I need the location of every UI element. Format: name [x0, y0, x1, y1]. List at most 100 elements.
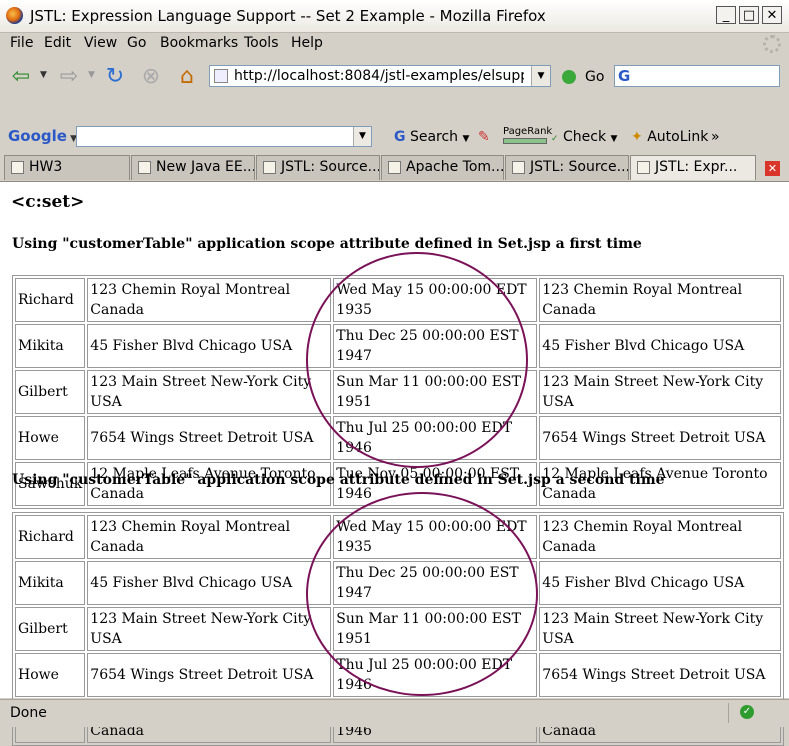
maximize-button[interactable]: □ [739, 6, 759, 24]
google-search-dropdown-icon[interactable]: ▼ [353, 127, 371, 146]
customer-date-cell: Thu Dec 25 00:00:00 EST 1947 [333, 324, 538, 368]
google-search-input[interactable]: ▼ [76, 126, 372, 147]
customer-address-copy-cell: 45 Fisher Blvd Chicago USA [539, 324, 782, 368]
autolink-icon: ✦ [631, 129, 643, 145]
spell-check-label: Check [563, 129, 607, 145]
menu-bookmarks[interactable]: Bookmarks [160, 35, 238, 51]
customer-address-copy-cell: 45 Fisher Blvd Chicago USA [539, 561, 782, 605]
tab-label: JSTL: Expr... [655, 159, 738, 175]
firefox-icon [6, 7, 23, 24]
close-tab-icon[interactable]: ✕ [765, 161, 780, 176]
search-field[interactable]: G [614, 65, 780, 87]
customer-name-cell: Howe [15, 416, 86, 460]
url-field[interactable]: http://localhost:8084/jstl-examples/elsu… [209, 65, 551, 87]
customer-name-cell: Gilbert [15, 370, 86, 414]
page-content: <c:set> Using "customerTable" applicatio… [0, 182, 789, 746]
page-icon [11, 161, 24, 174]
customer-address-copy-cell: 7654 Wings Street Detroit USA [539, 416, 782, 460]
customer-address-copy-cell: 123 Chemin Royal Montreal Canada [539, 278, 782, 322]
page-heading: <c:set> [11, 192, 85, 212]
more-chevron-icon[interactable]: » [711, 129, 720, 145]
close-button[interactable]: ✕ [762, 6, 782, 24]
reload-icon[interactable]: ↻ [102, 64, 128, 90]
table-row: Mikita 45 Fisher Blvd Chicago USA Thu Dec … [15, 324, 782, 368]
google-search-icon: G [618, 67, 631, 85]
navigation-toolbar: ⇦ ▼ ⇨ ▼ ↻ ⊗ ⌂ http://localhost:8084/jstl… [0, 58, 789, 98]
customer-date-cell: Wed May 15 00:00:00 EDT 1935 [333, 515, 538, 559]
tab-new-java-ee[interactable]: New Java EE... [131, 155, 255, 180]
google-logo[interactable]: Google ▼ [8, 127, 77, 145]
customer-date-cell: Thu Dec 25 00:00:00 EST 1947 [333, 561, 538, 605]
autolink-button[interactable]: ✦ AutoLink [631, 129, 708, 145]
stop-icon[interactable]: ⊗ [138, 64, 164, 90]
customer-name-cell: Howe [15, 653, 86, 697]
autolink-label: AutoLink [647, 129, 709, 145]
home-icon[interactable]: ⌂ [174, 64, 200, 90]
customer-name-cell: Gilbert [15, 607, 86, 651]
table-row: Howe 7654 Wings Street Detroit USA Thu Jul… [15, 653, 782, 697]
title-bar: JSTL: Expression Language Support -- Set… [0, 0, 789, 33]
menu-help[interactable]: Help [291, 35, 323, 51]
google-g-icon: G [394, 129, 406, 145]
customer-address-cell: 123 Main Street New-York City USA [87, 607, 332, 651]
page-icon [637, 161, 650, 174]
tab-jstl-source-2[interactable]: JSTL: Source... [505, 155, 629, 180]
customer-address-copy-cell: 123 Chemin Royal Montreal Canada [539, 515, 782, 559]
tab-label: HW3 [29, 159, 63, 175]
menu-go[interactable]: Go [127, 35, 146, 51]
empty-toolbar [0, 99, 789, 121]
customer-address-cell: 45 Fisher Blvd Chicago USA [87, 324, 332, 368]
status-text: Done [10, 705, 47, 721]
google-logo-text: Google [8, 127, 67, 145]
page-icon [214, 69, 228, 83]
page-icon [138, 161, 151, 174]
back-icon[interactable]: ⇦ [8, 64, 34, 90]
forward-dropdown-icon[interactable]: ▼ [88, 70, 95, 80]
go-icon[interactable] [562, 70, 576, 84]
menu-bar: File Edit View Go Bookmarks Tools Help [0, 33, 789, 55]
customer-address-cell: 123 Chemin Royal Montreal Canada [87, 278, 332, 322]
tab-hw3[interactable]: HW3 [4, 155, 130, 180]
customer-address-cell: 7654 Wings Street Detroit USA [87, 416, 332, 460]
customer-address-cell: 45 Fisher Blvd Chicago USA [87, 561, 332, 605]
table-row: Gilbert 123 Main Street New-York City USA… [15, 607, 782, 651]
pagerank-indicator: PageRank [503, 126, 552, 144]
throbber-icon [763, 35, 781, 53]
google-search-label: Search [409, 129, 459, 145]
first-caption: Using "customerTable" application scope … [12, 236, 642, 252]
spell-check-button[interactable]: ✓ Check ▼ [551, 129, 617, 145]
back-dropdown-icon[interactable]: ▼ [40, 70, 47, 80]
popup-blocker-icon[interactable]: ✎ [478, 129, 490, 145]
customer-address-copy-cell: 123 Main Street New-York City USA [539, 607, 782, 651]
customer-name-cell: Richard [15, 278, 86, 322]
spell-check-icon: ✓ [551, 134, 559, 144]
tab-label: JSTL: Source... [530, 159, 629, 175]
menu-edit[interactable]: Edit [44, 35, 71, 51]
tab-jstl-expr[interactable]: JSTL: Expr... [630, 155, 756, 180]
menu-file[interactable]: File [10, 35, 33, 51]
customer-name-cell: Mikita [15, 324, 86, 368]
tab-strip: HW3 New Java EE... JSTL: Source... Apach… [0, 153, 789, 182]
pagerank-bar [503, 138, 547, 144]
menu-view[interactable]: View [84, 35, 117, 51]
second-caption: Using "customerTable" application scope … [12, 472, 665, 488]
google-search-button[interactable]: G Search ▼ [394, 129, 469, 145]
tab-jstl-source-1[interactable]: JSTL: Source... [256, 155, 380, 180]
customer-address-copy-cell: 7654 Wings Street Detroit USA [539, 653, 782, 697]
tab-apache-tomcat[interactable]: Apache Tom... [381, 155, 504, 180]
url-dropdown-icon[interactable]: ▼ [531, 66, 550, 86]
table-row: Howe 7654 Wings Street Detroit USA Thu Jul… [15, 416, 782, 460]
page-icon [388, 161, 401, 174]
url-text: http://localhost:8084/jstl-examples/elsu… [234, 68, 524, 84]
pagerank-label: PageRank [503, 126, 553, 137]
tab-label: New Java EE... [156, 159, 255, 175]
table-row: Mikita 45 Fisher Blvd Chicago USA Thu Dec … [15, 561, 782, 605]
minimize-button[interactable]: _ [716, 6, 736, 24]
page-icon [263, 161, 276, 174]
customer-date-cell: Thu Jul 25 00:00:00 EDT 1946 [333, 653, 538, 697]
tab-label: JSTL: Source... [281, 159, 380, 175]
google-toolbar: Google ▼ ▼ G Search ▼ ✎ PageRank ✓ Check… [0, 122, 789, 152]
forward-icon[interactable]: ⇨ [56, 64, 82, 90]
menu-tools[interactable]: Tools [244, 35, 279, 51]
go-button[interactable]: Go [585, 69, 604, 85]
